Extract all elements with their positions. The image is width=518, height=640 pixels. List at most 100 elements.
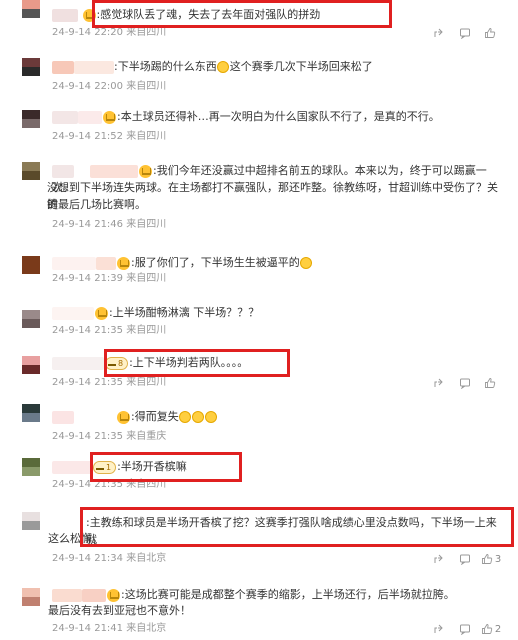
- comment-meta: 24-9-14 21:35 来自重庆: [52, 430, 166, 444]
- comment-meta: 24-9-14 22:20 来自四川: [52, 26, 166, 40]
- blurred-username[interactable]: [52, 460, 92, 474]
- comment-location: 来自重庆: [126, 431, 167, 442]
- highlight-box: [104, 349, 290, 377]
- comment-content: :服了你们了，下半场生生被逼平的: [52, 254, 506, 271]
- thumbs-up-icon: [481, 554, 492, 564]
- avatar[interactable]: [22, 458, 40, 476]
- blurred-username[interactable]: [52, 306, 94, 320]
- comment-text: :下半场踢的什么东西: [114, 60, 217, 73]
- emoji-icon: [205, 411, 218, 423]
- blurred-username: [96, 256, 116, 270]
- avatar[interactable]: [22, 110, 40, 128]
- comment-time: 24-9-14 21:35: [52, 431, 124, 442]
- blurred-username[interactable]: [52, 8, 78, 22]
- comment-location: 来自北京: [126, 623, 167, 634]
- comment-button[interactable]: [452, 552, 478, 566]
- fan-badge-icon: [95, 306, 108, 320]
- comment-meta: 24-9-14 21:41 来自北京: [52, 622, 166, 636]
- comment-meta: 24-9-14 21:34 来自北京: [52, 552, 166, 566]
- comment-meta: 24-9-14 21:35 来自四川: [52, 324, 166, 338]
- blurred-username[interactable]: [52, 164, 74, 178]
- comment-text: :服了你们了，下半场生生被逼平的: [131, 256, 300, 269]
- comment-location: 来自四川: [126, 325, 167, 336]
- share-icon: [434, 624, 443, 633]
- blurred-username: [90, 164, 138, 178]
- comment-meta: 24-9-14 21:52 来自四川: [52, 130, 166, 144]
- fan-badge-icon: [117, 256, 130, 270]
- comment-button[interactable]: [452, 26, 478, 40]
- like-button[interactable]: 3: [478, 552, 504, 566]
- blurred-username: [74, 60, 114, 74]
- comment-location: 来自四川: [126, 27, 167, 38]
- avatar[interactable]: [22, 0, 40, 18]
- avatar[interactable]: [22, 310, 40, 328]
- comment-actions: 3: [426, 552, 504, 566]
- highlight-box: [80, 507, 514, 547]
- comment-location: 来自北京: [126, 553, 167, 564]
- emoji-icon: [217, 61, 230, 73]
- fan-badge-icon: [139, 164, 152, 178]
- fan-badge-icon: [107, 588, 120, 602]
- avatar[interactable]: [22, 162, 40, 180]
- comment-content: :得而复失: [52, 408, 506, 425]
- comment-time: 24-9-14 21:46: [52, 219, 124, 230]
- comment-icon: [460, 378, 470, 389]
- comment-content: :这场比赛可能是成都整个赛季的缩影，上半场还行，后半场就拉胯。: [52, 586, 506, 603]
- comment-content: :上半场酣畅淋漓 下半场？？？: [52, 304, 506, 321]
- comment-icon: [460, 624, 470, 635]
- share-icon: [434, 378, 443, 387]
- comment-content-line: 的最后几场比赛啊。: [47, 198, 146, 211]
- avatar[interactable]: [22, 404, 40, 422]
- share-button[interactable]: [426, 552, 452, 566]
- avatar[interactable]: [22, 58, 40, 76]
- share-icon: [434, 28, 443, 37]
- emoji-icon: [192, 411, 205, 423]
- comment-time: 24-9-14 22:20: [52, 27, 124, 38]
- comment-location: 来自四川: [126, 131, 167, 142]
- comment-time: 24-9-14 21:34: [52, 553, 124, 564]
- fan-badge-icon: [103, 110, 116, 124]
- comment-meta: 24-9-14 21:39 来自四川: [52, 272, 166, 286]
- blurred-username[interactable]: [52, 110, 78, 124]
- blurred-username[interactable]: [52, 356, 104, 370]
- avatar[interactable]: [22, 356, 40, 374]
- emoji-icon: [179, 411, 192, 423]
- blurred-username[interactable]: [52, 410, 74, 424]
- comment-text: :这场比赛可能是成都整个赛季的缩影，上半场还行，后半场就拉胯。: [121, 588, 455, 601]
- like-button[interactable]: [478, 376, 504, 390]
- comment-meta: 24-9-14 22:00 来自四川: [52, 80, 166, 94]
- comment-location: 来自四川: [126, 377, 167, 388]
- avatar[interactable]: [22, 256, 40, 274]
- like-button[interactable]: 2: [478, 622, 504, 636]
- blurred-username[interactable]: [52, 588, 82, 602]
- blurred-username: [82, 588, 106, 602]
- comment-time: 24-9-14 21:41: [52, 623, 124, 634]
- comment-icon: [460, 554, 470, 565]
- comment-button[interactable]: [452, 622, 478, 636]
- comment-time: 24-9-14 22:00: [52, 81, 124, 92]
- comment-time: 24-9-14 21:35: [52, 377, 124, 388]
- blurred-username[interactable]: [52, 60, 74, 74]
- comment-text: :本土球员还得补…再一次明白为什么国家队不行了，是真的不行。: [117, 110, 440, 123]
- comment-icon: [460, 28, 470, 39]
- avatar[interactable]: [22, 588, 40, 606]
- comment-location: 来自四川: [126, 81, 167, 92]
- highlight-box: [92, 0, 392, 28]
- share-button[interactable]: [426, 622, 452, 636]
- comment-content: :下半场踢的什么东西 这个赛季几次下半场回来松了: [52, 58, 506, 75]
- blurred-username: [74, 410, 116, 424]
- like-button[interactable]: [478, 26, 504, 40]
- avatar[interactable]: [22, 512, 40, 530]
- emoji-icon: [300, 257, 313, 269]
- share-icon: [434, 554, 443, 563]
- fan-badge-icon: [117, 410, 130, 424]
- share-button[interactable]: [426, 376, 452, 390]
- share-button[interactable]: [426, 26, 452, 40]
- comment-content: :本土球员还得补…再一次明白为什么国家队不行了，是真的不行。: [52, 108, 506, 125]
- comment-text: :得而复失: [131, 410, 179, 423]
- comment-button[interactable]: [452, 376, 478, 390]
- comment-text-cont: 这个赛季几次下半场回来松了: [229, 60, 373, 73]
- comment-time: 24-9-14 21:39: [52, 273, 124, 284]
- blurred-username[interactable]: [52, 256, 96, 270]
- comment-meta: 24-9-14 21:35 来自四川: [52, 376, 166, 390]
